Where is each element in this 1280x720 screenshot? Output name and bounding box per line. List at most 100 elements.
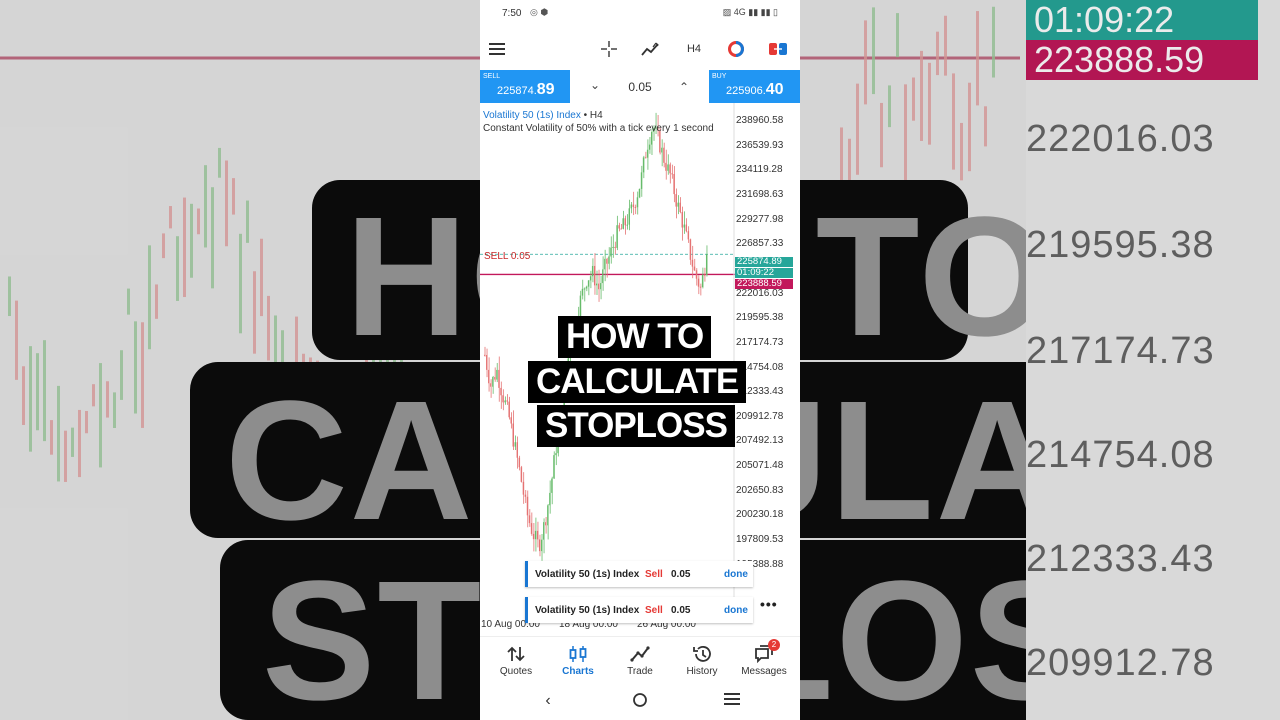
candle-body [644,157,647,159]
candle-body [610,247,612,257]
overlay-title-line: HOW TO [558,316,712,358]
candle-body [620,228,622,230]
home-circle-icon [633,693,647,707]
nav-quotes[interactable]: Quotes [484,637,548,685]
price-axis-label: 234119.28 [736,164,783,176]
nav-trade[interactable]: Trade [608,637,672,685]
trade-order-icon [769,43,787,55]
candle-body [677,202,679,207]
objects-icon [728,41,744,57]
new-order-button[interactable] [767,38,789,60]
sell-label: SELL [483,73,501,80]
price-axis-label: 222016.03 [736,287,784,299]
candle-body [608,256,610,264]
price-axis-label: 205071.48 [736,460,784,472]
order-status: done [724,605,748,616]
chart-toolbar: H4 [480,28,800,70]
more-options-button[interactable]: ••• [760,596,778,612]
candle-body [541,539,543,552]
candle-body [532,533,535,540]
order-symbol: Volatility 50 (1s) Index [535,569,640,580]
trade-icon [630,646,650,662]
candle-body [490,383,492,387]
lot-increase-button[interactable]: ⌃ [679,80,689,94]
candle-body [600,283,602,290]
back-button[interactable]: ‹ [536,692,560,712]
price-axis-label: 231698.63 [736,188,784,200]
crosshair-button[interactable] [598,38,620,60]
timeframe-button[interactable]: H4 [683,38,705,60]
buy-button[interactable]: BUY 225906.40 [709,70,800,103]
menu-button[interactable] [486,38,508,60]
candle-body [581,288,584,296]
nav-charts[interactable]: Charts [546,637,610,685]
candle-body [679,202,681,213]
nav-history[interactable]: History [670,637,734,685]
candle-body [591,265,594,277]
order-lot: 0.05 [671,605,691,616]
order-notification[interactable]: Volatility 50 (1s) Index Sell 0.05 done [525,561,753,587]
home-button[interactable] [628,692,652,712]
candle-body [528,515,531,524]
unread-badge: 2 [768,639,780,651]
lot-decrease-button[interactable]: ⌄ [590,78,600,92]
symbol-description: Constant Volatility of 50% with a tick e… [483,123,714,134]
candle-body [693,266,696,271]
order-notification[interactable]: Volatility 50 (1s) Index Sell 0.05 done [525,597,753,623]
candle-body [516,442,519,458]
order-accent-bar [525,597,528,623]
objects-button[interactable] [725,38,747,60]
candle-body [524,494,527,497]
candle-body [508,401,510,418]
hamburger-icon [489,43,505,55]
candle-body [634,206,637,208]
candle-body [510,417,512,424]
order-lot: 0.05 [671,569,691,580]
order-type: Sell [645,569,663,580]
nav-label: Quotes [499,666,533,677]
chart-symbol-header: Volatility 50 (1s) Index • H4 [483,110,603,121]
candle-body [512,423,514,447]
nav-label: History [686,666,718,677]
nav-label: Trade [627,666,653,677]
candle-body [648,144,651,150]
candle-body [701,274,704,288]
candle-body [486,354,488,370]
candle-body [622,218,624,229]
indicators-button[interactable] [640,38,662,60]
candle-body [488,369,490,384]
price-axis-label: 197809.53 [736,534,784,546]
candle-body [526,496,529,516]
candle-body [514,442,516,447]
recents-icon [724,693,740,705]
crosshair-icon [601,41,617,57]
bid-price-tag: 225874.89 [735,257,793,267]
candle-body [675,194,677,207]
candle-body [685,224,688,232]
sell-price-big: 89 [536,81,555,98]
candle-body [506,400,508,402]
candle-body [494,377,496,380]
buy-price-big: 40 [765,81,784,98]
candle-body [502,395,504,403]
candle-body [593,265,596,286]
order-type: Sell [645,605,663,616]
order-status: done [724,569,748,580]
buy-price-main: 225906. [726,85,766,97]
candle-body [583,288,586,290]
nav-messages[interactable]: 2 Messages [732,637,796,685]
candle-body [669,164,671,174]
history-icon [693,646,711,662]
nav-label: Charts [562,666,594,677]
candle-body [522,481,525,495]
candle-body [687,231,690,240]
sell-button[interactable]: SELL 225874.89 [480,70,570,103]
candle-body [547,505,549,526]
candle-body [589,276,592,281]
price-axis-label: 236539.93 [736,139,784,151]
candle-body [520,467,523,482]
status-bar: 7:50 ◎ ⬢ ▨ 4G ▮▮ ▮▮ ▯ [480,0,800,28]
lot-size-value[interactable]: 0.05 [618,80,662,94]
candle-body [640,172,643,189]
recents-button[interactable] [720,692,744,712]
